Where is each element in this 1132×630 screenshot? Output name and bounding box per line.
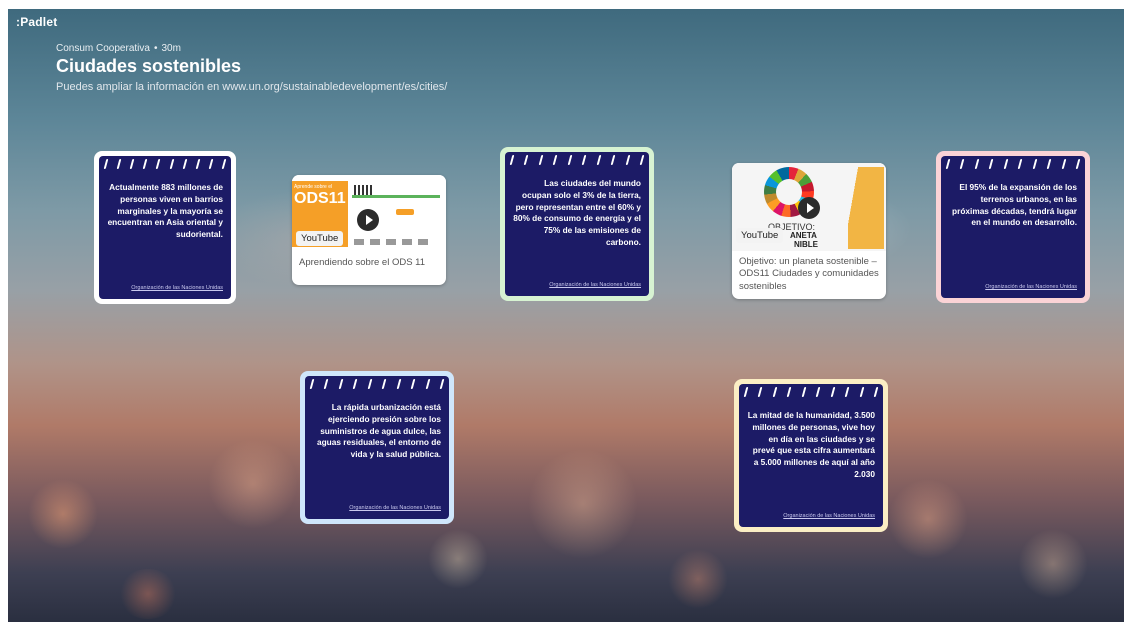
thumbnail-logos	[354, 239, 434, 245]
note-source-link[interactable]: Organización de las Naciones Unidas	[985, 284, 1077, 290]
note-card: El 95% de la expansión de los terrenos u…	[941, 156, 1085, 298]
post-video-planeta[interactable]: OBJETIVO: ANETA NIBLE YouTube Objetivo: …	[732, 163, 886, 299]
play-icon[interactable]	[798, 197, 820, 219]
thumbnail-sostenible: NIBLE	[794, 240, 818, 249]
note-source-link[interactable]: Organización de las Naciones Unidas	[131, 285, 223, 291]
bokeh-light	[1018, 529, 1088, 599]
board-title: Ciudades sostenibles	[56, 56, 242, 76]
note-text: El 95% de la expansión de los terrenos u…	[952, 182, 1077, 228]
note-source-link[interactable]: Organización de las Naciones Unidas	[349, 505, 441, 511]
note-text: La rápida urbanización está ejerciendo p…	[316, 402, 441, 460]
note-text: Actualmente 883 millones de personas viv…	[107, 182, 223, 240]
notebook-spiral-icon	[509, 155, 645, 165]
post-video-ods11[interactable]: Aprende sobre el ODS11 YouTube Aprendien…	[292, 175, 446, 285]
notebook-spiral-icon	[945, 159, 1081, 169]
play-icon[interactable]	[357, 209, 379, 231]
bokeh-light	[118, 569, 178, 619]
note-card: Actualmente 883 millones de personas viv…	[99, 156, 231, 299]
board-author[interactable]: Consum Cooperativa	[56, 43, 150, 54]
board-subtitle: Puedes ampliar la información en www.un.…	[56, 81, 448, 93]
thumbnail-buildings	[354, 185, 374, 195]
youtube-badge: YouTube	[296, 231, 344, 246]
post-note-water[interactable]: La rápida urbanización está ejerciendo p…	[300, 371, 454, 524]
bokeh-light	[888, 479, 968, 559]
notebook-spiral-icon	[743, 387, 879, 397]
board-time: 30m	[161, 43, 181, 54]
thumbnail-planeta: ANETA	[790, 231, 817, 240]
post-note-population[interactable]: La mitad de la humanidad, 3.500 millones…	[734, 379, 888, 532]
bokeh-light	[428, 529, 488, 589]
thumbnail-orange-band	[848, 167, 884, 249]
thumbnail-city-graphic	[352, 195, 440, 198]
note-text: Las ciudades del mundo ocupan solo el 3%…	[513, 178, 641, 247]
youtube-badge: YouTube	[736, 228, 784, 243]
padlet-board: :Padlet Consum Cooperativa • 30m Ciudades …	[8, 9, 1124, 622]
video-caption: Aprendiendo sobre el ODS 11	[299, 257, 426, 268]
video-thumbnail[interactable]: OBJETIVO: ANETA NIBLE YouTube	[732, 163, 886, 251]
notebook-spiral-icon	[103, 159, 227, 169]
bokeh-light	[528, 449, 638, 559]
bokeh-light	[28, 479, 98, 549]
bokeh-light	[668, 549, 728, 609]
sdg-wheel-center	[776, 179, 802, 205]
note-source-link[interactable]: Organización de las Naciones Unidas	[549, 282, 641, 288]
thumbnail-ods-text: ODS11	[294, 190, 346, 207]
note-text: La mitad de la humanidad, 3.500 millones…	[747, 410, 875, 479]
meta-separator: •	[153, 43, 158, 54]
note-card: Las ciudades del mundo ocupan solo el 3%…	[505, 152, 649, 296]
board-meta: Consum Cooperativa • 30m	[56, 43, 181, 54]
post-note-expansion[interactable]: El 95% de la expansión de los terrenos u…	[936, 151, 1090, 303]
post-note-land[interactable]: Las ciudades del mundo ocupan solo el 3%…	[500, 147, 654, 301]
bokeh-light	[208, 439, 298, 529]
thumbnail-bus	[396, 209, 414, 215]
note-card: La rápida urbanización está ejerciendo p…	[305, 376, 449, 519]
note-card: La mitad de la humanidad, 3.500 millones…	[739, 384, 883, 527]
post-note-slums[interactable]: Actualmente 883 millones de personas viv…	[94, 151, 236, 304]
video-thumbnail[interactable]: Aprende sobre el ODS11 YouTube	[292, 175, 446, 252]
notebook-spiral-icon	[309, 379, 445, 389]
video-caption: Objetivo: un planeta sostenible – ODS11 …	[739, 256, 879, 292]
note-source-link[interactable]: Organización de las Naciones Unidas	[783, 513, 875, 519]
padlet-logo[interactable]: :Padlet	[16, 15, 57, 29]
